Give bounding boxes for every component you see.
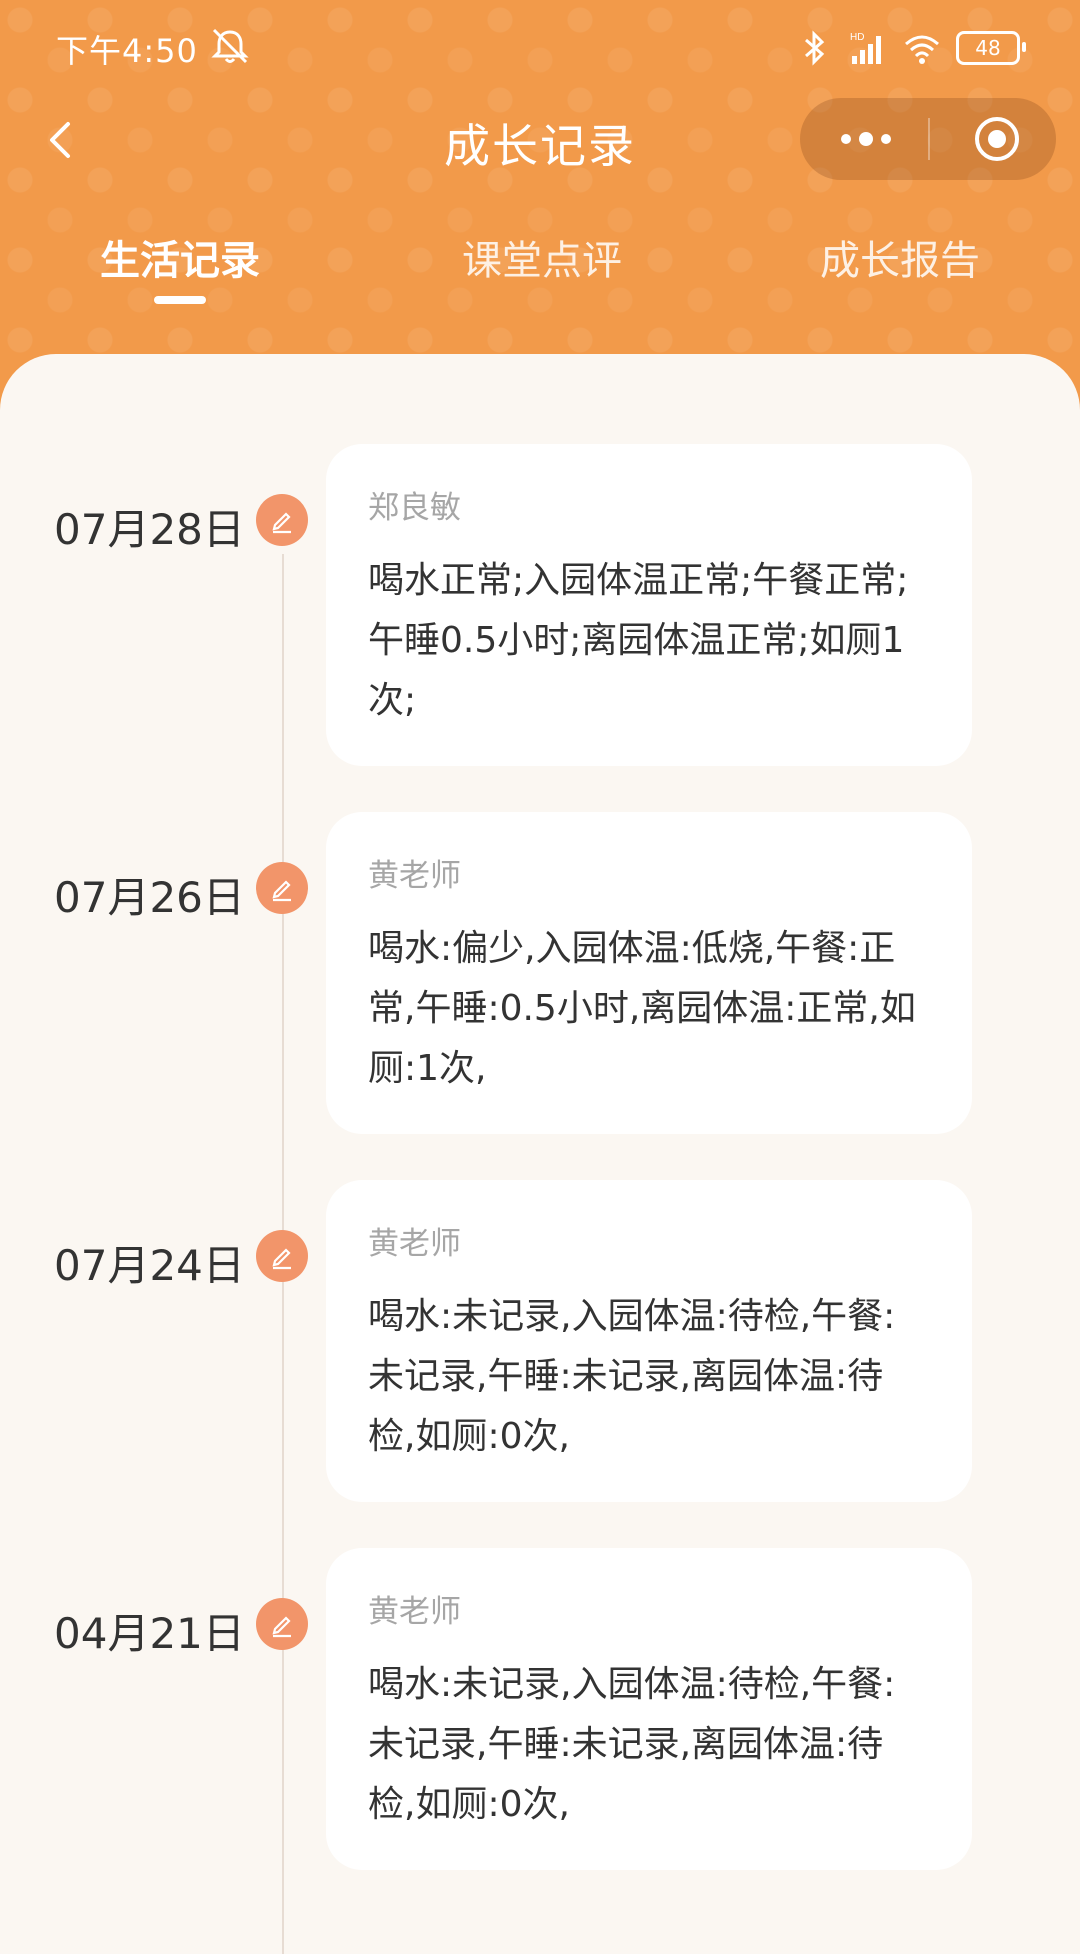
nav-bar: 成长记录 — [0, 96, 1080, 184]
record-author: 郑良敏 — [368, 490, 461, 526]
more-dots-icon[interactable] — [824, 114, 908, 164]
record-author: 黄老师 — [368, 858, 461, 894]
status-icons: HD 48 — [794, 24, 1026, 72]
signal-icon: HD — [850, 32, 881, 64]
record-author: 黄老师 — [368, 1226, 461, 1262]
edit-pencil-icon[interactable] — [256, 1230, 308, 1282]
record-date: 07月24日 — [54, 1241, 245, 1290]
edit-pencil-icon[interactable] — [256, 862, 308, 914]
edit-pencil-icon[interactable] — [256, 1598, 308, 1650]
active-tab-indicator — [154, 296, 206, 304]
record-card[interactable]: 黄老师 喝水:未记录,入园体温:待检,午餐:未记录,午睡:未记录,离园体温:待检… — [326, 1180, 972, 1502]
record-card[interactable]: 黄老师 喝水:偏少,入园体温:低烧,午餐:正常,午睡:0.5小时,离园体温:正常… — [326, 812, 972, 1134]
battery-indicator: 48 — [956, 31, 1026, 65]
close-target-icon[interactable] — [972, 114, 1022, 164]
tab-bar: 生活记录 课堂点评 成长报告 — [0, 220, 1080, 310]
status-time: 下午4:50 — [56, 32, 198, 70]
record-text: 喝水:未记录,入园体温:待检,午餐:未记录,午睡:未记录,离园体温:待检,如厕:… — [368, 1296, 896, 1457]
status-bar: 下午4:50 HD 48 — [0, 0, 1080, 96]
record-card[interactable]: 郑良敏 喝水正常;入园体温正常;午餐正常;午睡0.5小时;离园体温正常;如厕1次… — [326, 444, 972, 766]
record-entry: 07月24日 黄老师 喝水:未记录,入园体温:待检,午餐:未记录,午睡:未记录,… — [0, 1180, 1080, 1510]
capsule-divider — [928, 118, 930, 160]
record-text: 喝水正常;入园体温正常;午餐正常;午睡0.5小时;离园体温正常;如厕1次; — [368, 560, 909, 721]
tab-class-review[interactable]: 课堂点评 — [392, 228, 692, 286]
record-entry: 04月21日 黄老师 喝水:未记录,入园体温:待检,午餐:未记录,午睡:未记录,… — [0, 1548, 1080, 1878]
record-author: 黄老师 — [368, 1594, 461, 1630]
battery-level: 48 — [975, 36, 1001, 60]
record-entry: 07月26日 黄老师 喝水:偏少,入园体温:低烧,午餐:正常,午睡:0.5小时,… — [0, 812, 1080, 1142]
tab-life-record[interactable]: 生活记录 — [30, 228, 330, 286]
record-text: 喝水:偏少,入园体温:低烧,午餐:正常,午睡:0.5小时,离园体温:正常,如厕:… — [368, 928, 916, 1089]
record-date: 07月28日 — [54, 505, 245, 554]
signal-hd-label: HD — [850, 32, 864, 43]
record-entry: 07月28日 郑良敏 喝水正常;入园体温正常;午餐正常;午睡0.5小时;离园体温… — [0, 444, 1080, 774]
mute-bell-icon — [211, 28, 249, 64]
record-card[interactable]: 黄老师 喝水:未记录,入园体温:待检,午餐:未记录,午睡:未记录,离园体温:待检… — [326, 1548, 972, 1870]
record-text: 喝水:未记录,入园体温:待检,午餐:未记录,午睡:未记录,离园体温:待检,如厕:… — [368, 1664, 896, 1825]
edit-pencil-icon[interactable] — [256, 494, 308, 546]
records-panel: 07月28日 郑良敏 喝水正常;入园体温正常;午餐正常;午睡0.5小时;离园体温… — [0, 354, 1080, 1954]
bluetooth-icon — [805, 30, 825, 66]
record-date: 07月26日 — [54, 873, 245, 922]
wifi-icon — [905, 35, 939, 64]
mini-program-capsule — [800, 98, 1056, 180]
tab-growth-report[interactable]: 成长报告 — [750, 228, 1050, 286]
record-date: 04月21日 — [54, 1609, 245, 1658]
